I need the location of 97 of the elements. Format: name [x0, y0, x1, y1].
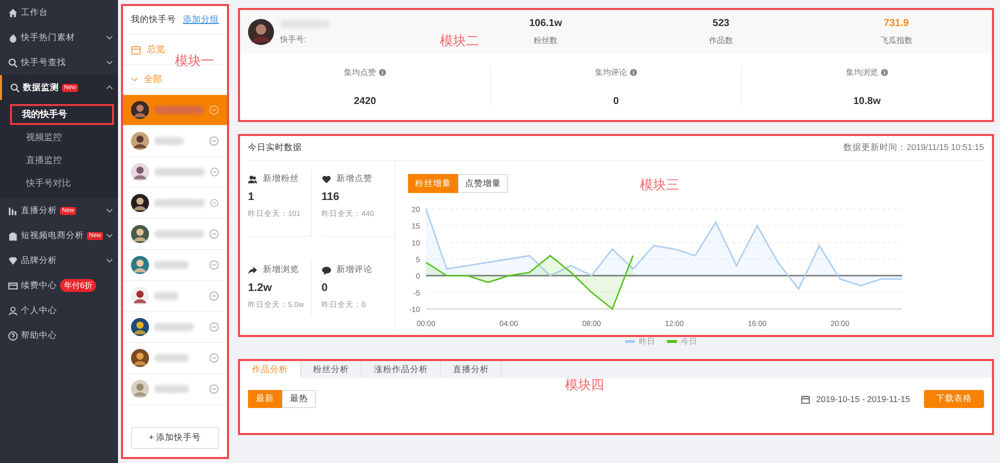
metric-label: 新增点赞	[336, 173, 372, 185]
nav-label: 品牌分析	[21, 254, 57, 266]
nav-item[interactable]: 快手热门素材	[0, 25, 118, 50]
metric-label: 新增浏览	[263, 264, 299, 276]
submenu-item[interactable]: 视频监控	[4, 127, 114, 148]
metric-value: 0	[322, 282, 329, 294]
average-value: 0	[613, 96, 619, 107]
stat-label: 作品数	[708, 35, 733, 46]
home-icon	[8, 8, 18, 18]
nav-item[interactable]: 个人中心	[0, 298, 118, 323]
metric-label: 新增评论	[336, 264, 372, 276]
remove-icon[interactable]	[209, 260, 219, 270]
overview-icon	[131, 44, 141, 54]
metric-value: 1.2w	[248, 282, 273, 294]
blurred-name	[154, 385, 189, 393]
nav-item[interactable]: 续费中心 年付6折	[0, 273, 118, 298]
metric-value: 1	[248, 191, 256, 203]
chart-search-icon	[10, 82, 20, 92]
section-title: 今日实时数据	[248, 142, 302, 154]
info-icon	[881, 69, 888, 76]
remove-icon[interactable]	[209, 136, 219, 146]
update-time: 数据更新时间：2019/11/15 10:51:15	[844, 142, 984, 154]
stat-value: 731.9	[884, 18, 909, 29]
add-group-link[interactable]: 添加分组	[183, 14, 219, 26]
nav-item[interactable]: 工作台	[0, 0, 118, 25]
remove-icon[interactable]	[209, 353, 219, 363]
nav-label: 快手热门素材	[21, 32, 75, 44]
blurred-name	[154, 168, 205, 176]
info-icon	[630, 69, 637, 76]
remove-icon[interactable]	[209, 105, 219, 115]
metric-label: 新增粉丝	[263, 173, 299, 185]
nav-item[interactable]: 品牌分析	[0, 248, 118, 273]
account-item[interactable]	[123, 95, 227, 126]
heart-icon	[322, 174, 330, 184]
remove-icon[interactable]	[209, 229, 219, 239]
stat-label: 粉丝数	[534, 35, 558, 46]
share-icon	[248, 266, 257, 274]
metric-value: 116	[322, 191, 340, 203]
average-label: 集均评论	[595, 67, 627, 78]
blurred-name	[154, 230, 204, 238]
bag-icon	[8, 230, 18, 240]
new-badge: 年付6折	[60, 279, 96, 292]
account-id-label: 快手号:	[280, 34, 308, 44]
nav-label: 快手号查找	[21, 56, 66, 68]
nav-label: 数据监测	[23, 82, 59, 94]
nav-label: 续费中心	[21, 280, 57, 292]
blurred-name	[154, 354, 189, 362]
info-icon	[379, 69, 386, 76]
average-label: 集均浏览	[846, 67, 878, 78]
annotation-label: 模块三	[640, 176, 679, 194]
blurred-name	[154, 323, 194, 331]
help-icon	[8, 330, 18, 340]
card-icon	[8, 280, 18, 290]
blurred-name	[154, 261, 189, 269]
nav-label: 直播分析	[21, 204, 57, 216]
person-icon	[8, 306, 18, 316]
chevron-icon[interactable]	[131, 77, 138, 82]
remove-icon[interactable]	[209, 384, 219, 394]
add-account-button[interactable]: + 添加快手号	[131, 427, 219, 449]
remove-icon[interactable]	[209, 291, 219, 301]
search-icon	[8, 58, 18, 68]
stat-value: 523	[712, 18, 730, 29]
comment-icon	[322, 266, 330, 274]
toggle-button[interactable]: 点赞增量	[458, 174, 508, 193]
submenu-item[interactable]: 我的快手号	[10, 104, 114, 125]
stat-label: 飞瓜指数	[880, 35, 912, 46]
nav-label: 帮助中心	[21, 330, 57, 342]
diamond-icon	[8, 256, 18, 266]
remove-icon[interactable]	[210, 167, 219, 177]
annotation-label: 模块四	[565, 376, 604, 394]
average-label: 集均点赞	[344, 67, 376, 78]
average-value: 10.8w	[853, 96, 881, 107]
panel-title: 我的快手号	[131, 14, 176, 26]
stat-value: 106.1w	[529, 18, 562, 29]
legend-label: 昨日	[639, 336, 655, 347]
average-value: 2420	[354, 96, 376, 107]
nav-label: 短视频电商分析	[21, 230, 84, 242]
nav-item[interactable]: 快手号查找	[0, 50, 118, 75]
nav-item[interactable]: 帮助中心	[0, 323, 118, 348]
blurred-name	[154, 199, 206, 207]
flame-icon	[8, 32, 18, 42]
sort-button[interactable]: 最热	[282, 390, 316, 408]
annotation-label: 模块一	[175, 52, 214, 70]
submenu-item[interactable]: 快手号对比	[4, 173, 114, 194]
submenu-item[interactable]: 直播监控	[4, 150, 114, 171]
blurred-name	[154, 106, 204, 114]
users-icon	[248, 174, 257, 184]
legend-label: 今日	[681, 336, 697, 347]
bar-chart-icon	[8, 206, 18, 216]
nav-label: 工作台	[21, 6, 48, 18]
blurred-name	[154, 137, 184, 145]
nav-label: 个人中心	[21, 304, 57, 316]
calendar-icon	[801, 394, 810, 404]
blurred-name	[154, 292, 179, 300]
remove-icon[interactable]	[209, 322, 219, 332]
annotation-label: 模块二	[440, 32, 479, 50]
remove-icon[interactable]	[210, 198, 219, 208]
